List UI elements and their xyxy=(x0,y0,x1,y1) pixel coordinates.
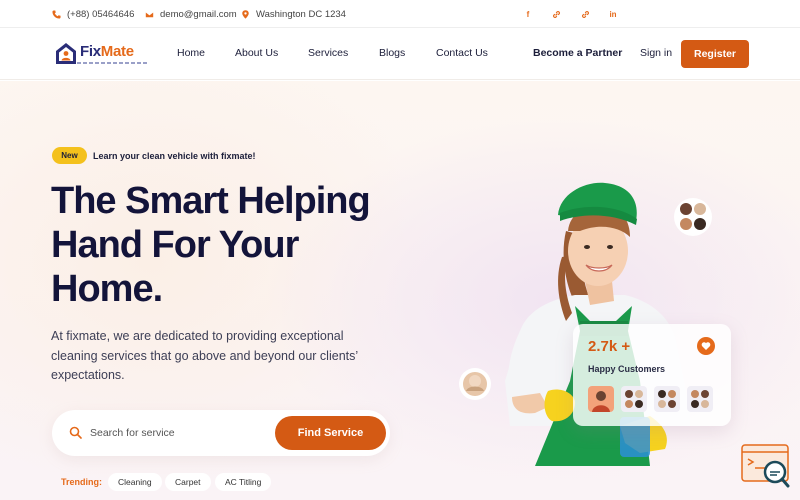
logo-tagline xyxy=(77,61,147,64)
trending-chip-cleaning[interactable]: Cleaning xyxy=(108,473,162,491)
linkedin-link[interactable]: in xyxy=(607,8,619,20)
facebook-link[interactable]: f xyxy=(522,8,534,20)
customer-avatar xyxy=(687,386,713,412)
fixmate-logo[interactable]: FixMate xyxy=(55,42,147,66)
nav-home[interactable]: Home xyxy=(177,47,205,59)
address-text: Washington DC 1234 xyxy=(256,9,346,20)
nav-contact-us[interactable]: Contact Us xyxy=(436,47,488,59)
trending-chip-carpet[interactable]: Carpet xyxy=(165,473,211,491)
nav-services[interactable]: Services xyxy=(308,47,348,59)
customer-avatars-group xyxy=(674,198,712,236)
trending-chip-ac-titling[interactable]: AC Titling xyxy=(215,473,272,491)
social-link-2[interactable] xyxy=(550,8,562,20)
link-icon xyxy=(552,10,560,18)
become-partner-link[interactable]: Become a Partner xyxy=(533,47,622,59)
logo-wordmark: FixMate xyxy=(80,42,147,60)
find-service-button[interactable]: Find Service xyxy=(275,416,386,450)
logo-fix: Fix xyxy=(80,42,101,60)
hero-headline: The Smart Helping Hand For Your Home. xyxy=(51,179,411,311)
social-link-3[interactable] xyxy=(579,8,591,20)
customer-avatar xyxy=(621,386,647,412)
customer-avatar xyxy=(654,386,680,412)
hero-description: At fixmate, we are dedicated to providin… xyxy=(51,329,358,382)
customer-avatar-bubble xyxy=(459,368,491,400)
nav-about-us[interactable]: About Us xyxy=(235,47,278,59)
headline-line-3: Home. xyxy=(51,268,163,310)
trending-label: Trending: xyxy=(61,477,102,487)
main-navigation: FixMate Home About Us Services Blogs Con… xyxy=(0,28,800,80)
customer-avatar xyxy=(588,386,614,412)
hero-section: 2.7k + Happy Customers New Learn your cl… xyxy=(0,81,800,500)
search-icon xyxy=(69,426,82,439)
headline-line-2: Hand For Your xyxy=(51,224,299,266)
phone-contact[interactable]: (+88) 05464646 xyxy=(52,9,134,20)
linkedin-icon: in xyxy=(609,9,617,19)
address-contact: Washington DC 1234 xyxy=(241,9,346,20)
search-widget-icon[interactable] xyxy=(741,444,791,488)
customer-label: Happy Customers xyxy=(588,364,666,374)
sign-in-link[interactable]: Sign in xyxy=(640,47,672,59)
phone-icon xyxy=(52,10,61,19)
facebook-icon: f xyxy=(526,9,530,19)
announcement-text[interactable]: Learn your clean vehicle with fixmate! xyxy=(93,151,256,161)
new-badge: New xyxy=(52,147,87,164)
envelope-icon xyxy=(145,11,154,19)
email-address: demo@gmail.com xyxy=(160,9,237,20)
service-search-box: Find Service xyxy=(52,410,390,456)
top-contact-bar: (+88) 05464646 demo@gmail.com Washington… xyxy=(0,0,800,28)
search-input[interactable] xyxy=(90,422,270,444)
location-pin-icon xyxy=(242,10,249,19)
register-button[interactable]: Register xyxy=(681,40,749,68)
link-icon xyxy=(581,10,589,18)
house-logo-icon xyxy=(56,43,76,64)
customer-count: 2.7k + xyxy=(588,338,631,355)
headline-line-1: The Smart Helping xyxy=(51,180,371,222)
heart-icon xyxy=(697,337,715,355)
nav-blogs[interactable]: Blogs xyxy=(379,47,405,59)
phone-number: (+88) 05464646 xyxy=(67,9,135,20)
happy-customers-card: 2.7k + Happy Customers xyxy=(573,324,731,426)
logo-mate: Mate xyxy=(100,42,134,60)
email-contact[interactable]: demo@gmail.com xyxy=(145,9,237,20)
